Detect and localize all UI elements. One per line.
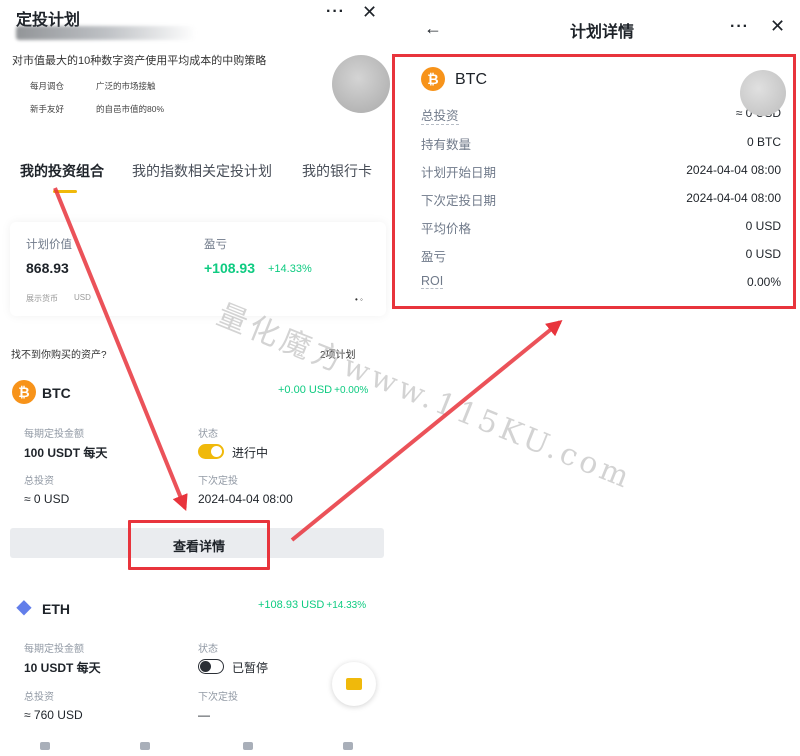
nav-home-icon[interactable] [40,742,50,750]
btc-icon: ₿ [12,380,36,404]
plan-value-label: 计划价值 [26,239,72,251]
amount-label: 每期定投金额 [24,644,84,655]
bottom-nav [0,738,390,756]
amount-label: 每期定投金额 [24,429,84,440]
back-arrow-icon[interactable]: ← [424,18,442,39]
carousel-dots: • ◦ [355,295,363,304]
total-invest-label[interactable]: 总投资 [421,105,459,125]
nav-wallet-icon[interactable] [343,742,353,750]
next-date-label: 下次定投日期 [421,194,497,208]
next-invest-label: 下次定投 [198,692,238,703]
plan-symbol: ETH [42,601,70,617]
pnl-percent: +14.33% [268,263,312,275]
plan-detail-screen: ← 计划详情 ··· ✕ ₿ BTC 总投资 ≈ 0 USD 持有数量 0 BT… [390,0,800,756]
start-date-value: 2024-04-04 08:00 [686,163,781,177]
close-icon[interactable]: ✕ [770,16,785,37]
view-details-label: 查看详情 [172,539,225,554]
holding-amount-value: 0 BTC [746,135,781,149]
strategy-illustration [332,55,390,113]
display-currency-label: 展示货币 [26,294,58,303]
total-invest-label: 总投资 [24,476,54,487]
close-icon[interactable]: ✕ [362,2,377,23]
next-invest-value: 2024-04-04 08:00 [198,492,293,506]
next-invest-label: 下次定投 [198,476,238,487]
view-details-button[interactable]: 查看详情 [128,520,270,570]
toggle-knob [200,661,211,672]
start-date-label: 计划开始日期 [421,166,497,180]
feature-market-cap: 的自邑市值的80% [96,104,165,114]
plan-pnl-percent: +14.33% [326,600,367,611]
plan-pnl-value: +108.93 USD [258,599,325,611]
nav-markets-icon[interactable] [140,742,150,750]
floating-action-button[interactable] [332,662,376,706]
btc-icon: ₿ [421,67,445,91]
total-invest-label: 总投资 [24,692,54,703]
coin-symbol: BTC [455,71,487,88]
tab-portfolio[interactable]: 我的投资组合 [20,161,104,181]
next-invest-value: — [198,708,210,722]
roi-value: 0.00% [746,275,781,289]
tab-bank-cards[interactable]: 我的银行卡 [302,161,372,181]
status-label: 状态 [198,644,218,655]
amount-value: 10 USDT 每天 [24,661,101,675]
plan-pnl: +108.93 USD +14.33% [258,599,366,611]
asset-not-found-link[interactable]: 找不到你购买的资产? [11,346,107,361]
status-value: 已暂停 [232,661,269,675]
status-value: 进行中 [232,446,269,460]
toggle-knob [211,446,222,457]
more-icon[interactable]: ··· [730,18,749,36]
blurred-heading [16,26,196,40]
amount-value: 100 USDT 每天 [24,446,108,460]
display-currency-value[interactable]: USD [74,293,91,302]
avg-price-value: 0 USD [745,219,781,233]
eth-icon: ◆ [12,596,36,620]
pnl-label: 盈亏 [204,239,227,251]
status-label: 状态 [198,429,218,440]
tab-index-plans[interactable]: 我的指数相关定投计划 [132,161,272,181]
pnl-value: 0 USD [745,247,781,261]
plan-symbol: BTC [42,385,71,401]
feature-beginner: 新手友好 [30,104,65,114]
avg-price-label: 平均价格 [421,222,472,236]
gift-icon [346,678,362,690]
strategy-description: 对市值最大的10种数字资产使用平均成本的中购策略 [12,55,267,67]
active-tab-indicator [53,190,77,193]
blurred-illustration [740,70,786,116]
plan-detail-panel: ₿ BTC 总投资 ≈ 0 USD 持有数量 0 BTC 计划开始日期 2024… [392,54,796,309]
plan-status-toggle[interactable] [198,659,224,674]
total-invest-value: ≈ 0 USD [24,492,70,506]
holding-amount-label: 持有数量 [421,138,472,152]
plan-status-toggle[interactable] [198,444,224,459]
total-invest-value: ≈ 760 USD [24,708,83,722]
feature-rebalance: 每月调仓 [30,81,65,91]
more-icon[interactable]: ··· [326,3,345,21]
page-title: 计划详情 [570,24,635,41]
nav-trade-icon[interactable] [243,742,253,750]
roi-label[interactable]: ROI [421,274,444,289]
portfolio-summary-card: 计划价值 868.93 盈亏 +108.93 +14.33% 展示货币 USD [10,222,386,316]
feature-market-exposure: 广泛的市场接触 [96,81,156,91]
pnl-value: +108.93 [204,260,255,276]
plan-value: 868.93 [26,260,69,276]
plan-pnl-value: +0.00 USD [278,384,333,396]
next-date-value: 2024-04-04 08:00 [686,191,781,205]
pnl-label: 盈亏 [421,250,447,264]
